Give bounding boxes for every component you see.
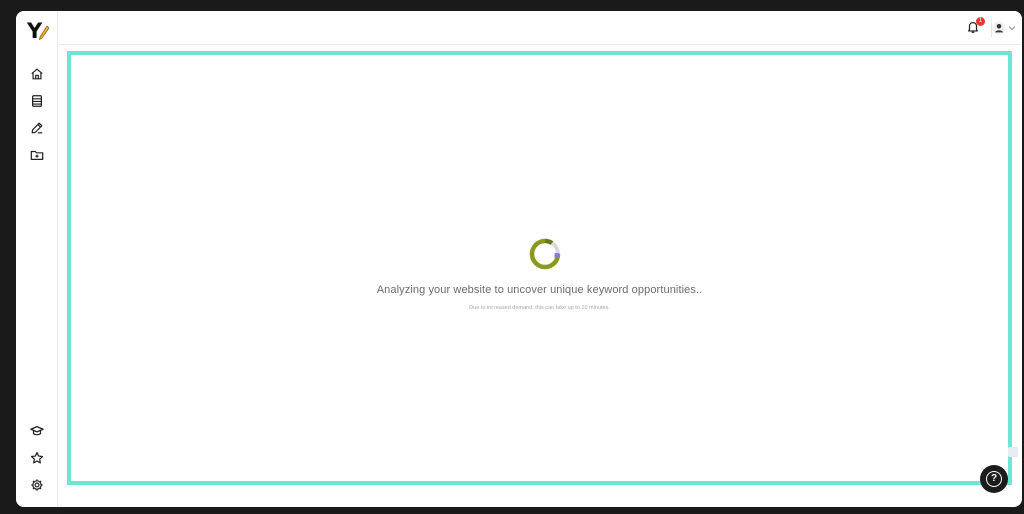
notification-badge: 1 xyxy=(976,17,985,26)
top-bar: 1 xyxy=(58,11,1022,45)
sidebar-item-academy[interactable] xyxy=(29,423,45,439)
brand-logo[interactable]: Y xyxy=(27,19,51,43)
help-icon: ? xyxy=(986,471,1002,487)
sidebar-item-documents[interactable] xyxy=(29,93,45,109)
loading-spinner xyxy=(529,238,561,270)
sidebar-item-write[interactable] xyxy=(29,120,45,136)
document-list-icon xyxy=(32,95,42,107)
user-icon xyxy=(992,21,1006,35)
home-icon xyxy=(31,68,43,80)
widget-handle-icon[interactable] xyxy=(1008,447,1018,457)
graduation-cap-icon xyxy=(30,426,44,436)
chevron-down-icon xyxy=(1008,26,1016,31)
sidebar: Y xyxy=(16,11,58,507)
sidebar-item-favorites[interactable] xyxy=(29,450,45,466)
pen-icon xyxy=(31,122,43,134)
sidebar-item-home[interactable] xyxy=(29,66,45,82)
star-icon xyxy=(30,451,44,464)
sidebar-item-folders[interactable] xyxy=(29,147,45,163)
folder-plus-icon xyxy=(30,150,44,160)
gear-icon xyxy=(31,479,43,491)
notifications-button[interactable]: 1 xyxy=(966,17,985,36)
loading-subtitle: Due to increased demand, this can take u… xyxy=(469,305,610,311)
sidebar-item-settings[interactable] xyxy=(29,477,45,493)
loading-title: Analyzing your website to uncover unique… xyxy=(376,284,703,296)
app-window: Y 1 Analyzing your website to uncover un… xyxy=(16,11,1022,507)
pencil-icon xyxy=(39,25,50,41)
main-content: Analyzing your website to uncover unique… xyxy=(67,51,1012,485)
help-button[interactable]: ? xyxy=(980,465,1008,493)
user-menu-button[interactable] xyxy=(992,20,1018,36)
